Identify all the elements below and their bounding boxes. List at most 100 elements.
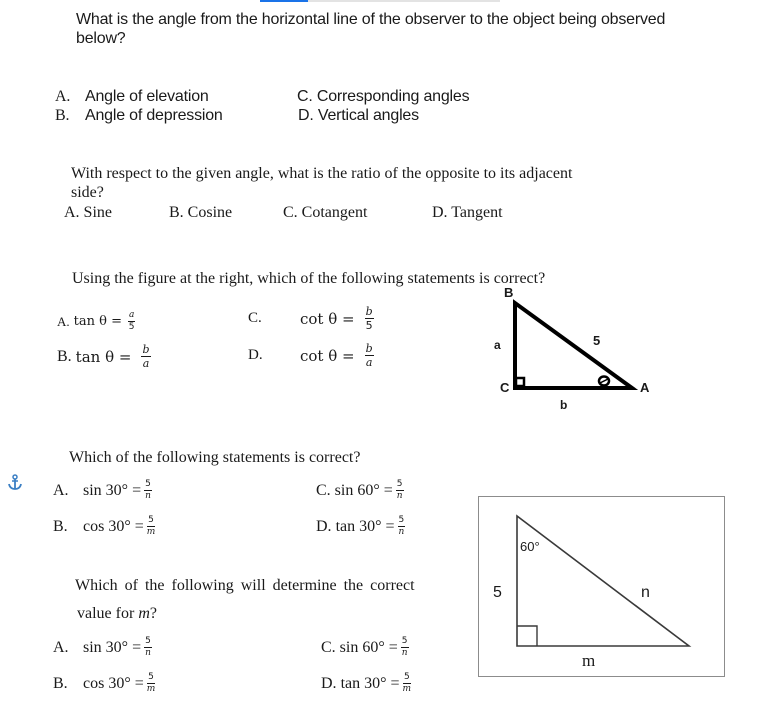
q5-option-c-fraction: 5 n xyxy=(400,636,409,658)
q5-label-hypotenuse-n: n xyxy=(641,584,650,601)
q4-option-b[interactable]: B. cos 30° = 5 m xyxy=(53,516,155,537)
q5-option-b[interactable]: B. cos 30° = 5 m xyxy=(53,673,155,694)
q5-option-b-letter: B. xyxy=(53,674,68,692)
q1-option-a-letter: A. xyxy=(55,88,71,105)
q2-question-line1: With respect to the given angle, what is… xyxy=(71,165,573,182)
q3-option-d[interactable]: D. cot θ = b a xyxy=(248,343,374,368)
q3-option-b-lhs: tan θ = xyxy=(75,347,132,366)
q5-option-d-denominator: m xyxy=(402,684,412,694)
q3-label-hypotenuse: 5 xyxy=(593,333,601,348)
q4-option-a-lhs: sin 30° = xyxy=(83,481,142,499)
q3-right-angle-mark xyxy=(514,376,526,388)
q4-option-c-lhs: sin 60° = xyxy=(334,481,393,499)
q5-option-a-numerator: 5 xyxy=(144,636,152,648)
q4-option-d-fraction: 5 n xyxy=(397,515,406,537)
q4-option-d-letter: D. xyxy=(316,517,332,535)
q3-option-b-denominator: a xyxy=(142,357,150,370)
q5-option-c-lhs: sin 60° = xyxy=(339,638,398,656)
q1-question-line2: below? xyxy=(76,30,126,47)
q5-option-b-fraction: 5 m xyxy=(147,673,156,694)
q3-option-a-lhs: tan θ = xyxy=(73,314,122,329)
q4-option-b-lhs: cos 30° = xyxy=(83,517,144,535)
q1-option-c[interactable]: C. Corresponding angles xyxy=(297,87,470,106)
q4-option-c-numerator: 5 xyxy=(395,479,404,491)
q3-option-c-fraction: b 5 xyxy=(364,305,374,332)
q3-option-c-denominator: 5 xyxy=(365,319,373,332)
q5-option-d[interactable]: D. tan 30° = 5 m xyxy=(321,673,411,694)
q5-option-d-lhs: tan 30° = xyxy=(340,674,400,692)
q4-option-c-letter: C. xyxy=(316,481,331,499)
q4-option-c[interactable]: C. sin 60° = 5 n xyxy=(316,480,404,501)
q4-question: Which of the following statements is cor… xyxy=(69,449,361,466)
q4-option-d-denominator: n xyxy=(398,527,405,537)
q4-option-a-fraction: 5 n xyxy=(144,480,152,501)
q3-option-c[interactable]: C. cot θ = b 5 xyxy=(248,306,374,331)
q4-option-a[interactable]: A. sin 30° = 5 n xyxy=(53,480,152,501)
q5-option-b-denominator: m xyxy=(146,684,156,694)
q5-option-c-letter: C. xyxy=(321,638,336,656)
q1-option-b[interactable]: B. Angle of depression xyxy=(55,106,223,125)
q5-option-d-fraction: 5 m xyxy=(403,673,412,694)
progress-bar-fill xyxy=(260,0,308,2)
progress-bar xyxy=(260,0,500,2)
q1-option-c-letter: C. xyxy=(297,88,313,105)
q2-option-d[interactable]: D. Tangent xyxy=(432,203,503,222)
q1-option-a-text: Angle of elevation xyxy=(85,88,209,105)
q5-option-c-denominator: n xyxy=(401,648,408,658)
q1-option-a[interactable]: A. Angle of elevation xyxy=(55,87,209,106)
q5-option-c[interactable]: C. sin 60° = 5 n xyxy=(321,637,409,658)
q4-option-b-numerator: 5 xyxy=(147,515,155,527)
q5-option-a[interactable]: A. sin 30° = 5 n xyxy=(53,637,152,658)
q5-question-line2: value for m? xyxy=(77,605,157,623)
q3-option-a-letter: A. xyxy=(57,313,70,329)
q3-theta-bar xyxy=(599,378,609,384)
q3-option-b[interactable]: B. tan θ = b a xyxy=(57,344,151,369)
q4-option-b-denominator: m xyxy=(146,527,156,537)
q5-question-prefix: value for xyxy=(77,605,139,622)
q2-question-line2: side? xyxy=(71,184,104,201)
q1-option-d[interactable]: D. Vertical angles xyxy=(298,106,419,125)
q5-question-suffix: ? xyxy=(149,605,157,622)
q3-option-c-numerator: b xyxy=(364,305,374,319)
q4-option-a-letter: A. xyxy=(53,481,69,499)
q3-option-a-numerator: a xyxy=(127,310,136,322)
q5-option-c-numerator: 5 xyxy=(400,636,409,648)
q1-option-d-text: Vertical angles xyxy=(317,107,419,124)
q4-option-b-fraction: 5 m xyxy=(147,516,156,537)
q3-option-b-letter: B. xyxy=(57,347,72,365)
q4-option-d-numerator: 5 xyxy=(397,515,406,527)
q5-option-b-numerator: 5 xyxy=(147,672,155,684)
q1-option-c-text: Corresponding angles xyxy=(316,88,470,105)
q4-option-a-numerator: 5 xyxy=(144,479,152,491)
q1-option-b-text: Angle of depression xyxy=(85,107,223,124)
q2-option-b[interactable]: B. Cosine xyxy=(169,203,232,222)
q3-label-vertex-b: B xyxy=(504,285,514,300)
q3-label-side-a: a xyxy=(494,338,501,352)
q3-label-vertex-a: A xyxy=(640,380,650,395)
q5-triangle-figure xyxy=(478,496,725,677)
q4-option-b-letter: B. xyxy=(53,517,68,535)
q3-option-a-fraction: a 5 xyxy=(127,310,136,332)
q1-question-line1: What is the angle from the horizontal li… xyxy=(76,11,666,28)
q1-option-d-letter: D. xyxy=(298,107,314,124)
q3-option-b-fraction: b a xyxy=(141,343,151,370)
q5-option-b-lhs: cos 30° = xyxy=(83,674,144,692)
q3-option-c-lhs: cot θ = xyxy=(300,309,355,328)
q2-option-a[interactable]: A. Sine xyxy=(64,203,112,222)
q3-option-d-numerator: b xyxy=(364,342,374,356)
q3-question: Using the figure at the right, which of … xyxy=(72,270,546,287)
q3-option-a-denominator: 5 xyxy=(128,322,135,332)
q5-label-side-m: m xyxy=(582,651,596,670)
q3-option-d-denominator: a xyxy=(365,356,373,369)
q5-label-angle: 60° xyxy=(520,539,540,554)
q5-question-variable: m xyxy=(138,605,150,622)
anchor-icon[interactable] xyxy=(7,474,23,492)
q5-option-d-letter: D. xyxy=(321,674,337,692)
q4-option-d[interactable]: D. tan 30° = 5 n xyxy=(316,515,406,537)
q4-option-a-denominator: n xyxy=(145,491,151,501)
q4-option-c-denominator: n xyxy=(396,491,403,501)
q3-triangle xyxy=(513,299,639,390)
q3-option-b-numerator: b xyxy=(141,343,151,357)
q2-option-c[interactable]: C. Cotangent xyxy=(283,203,367,222)
q3-option-a[interactable]: A. tan θ = a 5 xyxy=(57,310,136,332)
